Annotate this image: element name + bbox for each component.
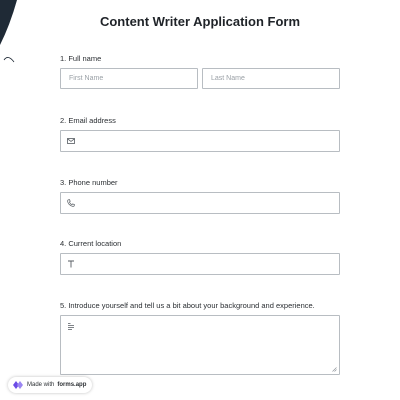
question-phone-label: 3. Phone number: [60, 178, 118, 187]
last-name-placeholder: Last Name: [211, 75, 245, 82]
question-location-label: 4. Current location: [60, 239, 122, 248]
email-input[interactable]: [60, 130, 340, 152]
question-email-label: 2. Email address: [60, 116, 116, 125]
brand-name: forms.app: [57, 382, 87, 388]
envelope-icon: [67, 138, 75, 144]
resize-handle-icon[interactable]: [332, 367, 337, 372]
corner-decoration: [0, 0, 17, 63]
introduction-textarea[interactable]: [60, 315, 340, 375]
question-full-name-label: 1. Full name: [60, 54, 102, 63]
location-input[interactable]: [60, 253, 340, 275]
phone-input[interactable]: [60, 192, 340, 214]
question-introduction-label: 5. Introduce yourself and tell us a bit …: [60, 301, 315, 310]
first-name-input[interactable]: First Name: [60, 68, 198, 89]
form-title: Content Writer Application Form: [99, 14, 301, 29]
last-name-input[interactable]: Last Name: [202, 68, 340, 89]
form-page: Content Writer Application Form 1. Full …: [0, 0, 400, 400]
made-with-text: Made with: [27, 382, 55, 388]
first-name-placeholder: First Name: [69, 75, 104, 82]
text-icon: [68, 260, 74, 268]
forms-app-logo-icon: [13, 381, 23, 389]
phone-icon: [67, 199, 75, 207]
paragraph-icon: [68, 323, 74, 330]
made-with-badge[interactable]: Made with forms.app: [8, 377, 93, 393]
